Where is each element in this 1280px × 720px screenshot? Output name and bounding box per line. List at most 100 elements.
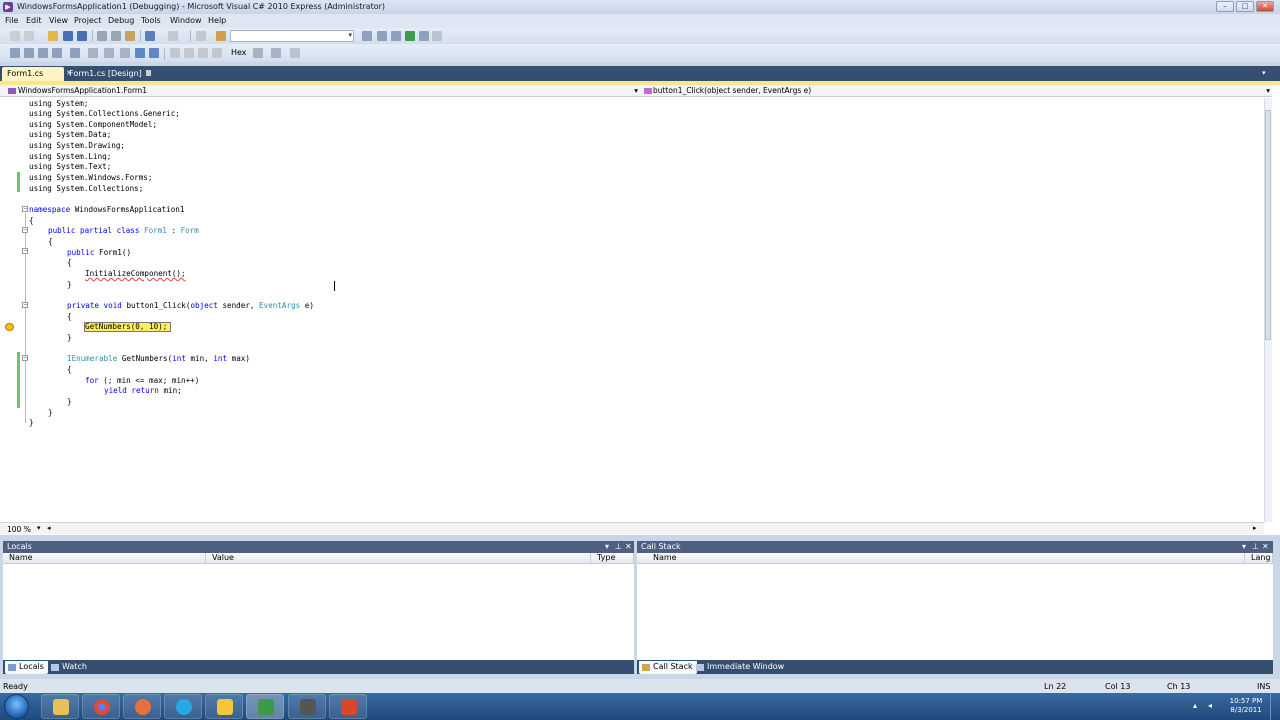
watch-icon bbox=[51, 664, 59, 671]
windows-icon[interactable] bbox=[271, 48, 281, 58]
paste-icon[interactable] bbox=[125, 31, 135, 41]
menu-view[interactable]: View bbox=[49, 16, 68, 25]
close-icon[interactable]: ✕ bbox=[1262, 541, 1269, 553]
step-out-icon[interactable] bbox=[184, 48, 194, 58]
properties-icon[interactable] bbox=[391, 31, 401, 41]
tab-list-icon[interactable]: ▾ bbox=[1262, 69, 1266, 77]
volume-icon[interactable]: ◂ bbox=[1208, 701, 1217, 710]
show-hidden-icons-icon[interactable]: ▴ bbox=[1193, 701, 1202, 710]
toolbar-options-icon[interactable] bbox=[432, 31, 442, 41]
find-combo[interactable]: ▾ bbox=[230, 30, 354, 42]
close-window-button[interactable]: ✕ bbox=[1256, 1, 1274, 12]
stop-debugging-icon[interactable] bbox=[149, 48, 159, 58]
skype-task-button[interactable] bbox=[164, 694, 202, 719]
solution-explorer-icon[interactable] bbox=[377, 31, 387, 41]
tab-immediate-window[interactable]: Immediate Window bbox=[693, 661, 788, 674]
close-icon[interactable]: ✕ bbox=[625, 541, 632, 553]
menu-tools[interactable]: Tools bbox=[141, 16, 161, 25]
toolbox-icon[interactable] bbox=[419, 31, 429, 41]
column-value[interactable]: Value bbox=[206, 553, 591, 564]
menu-bar: File Edit View Project Debug Tools Windo… bbox=[0, 14, 1280, 28]
column-name[interactable]: Name bbox=[647, 553, 1245, 564]
tab-locals[interactable]: Locals bbox=[5, 661, 48, 674]
collapse-icon[interactable]: − bbox=[22, 227, 28, 233]
code-line: InitializeComponent(); bbox=[85, 269, 186, 278]
breakpoints-icon[interactable] bbox=[253, 48, 263, 58]
keyword: for bbox=[85, 376, 99, 385]
open-file-icon[interactable] bbox=[48, 31, 58, 41]
member-dropdown[interactable]: button1_Click(object sender, EventArgs e… bbox=[640, 85, 1272, 97]
collapse-icon[interactable]: − bbox=[22, 248, 28, 254]
new-project-icon[interactable] bbox=[10, 31, 20, 41]
start-button[interactable] bbox=[4, 694, 29, 719]
undo-icon[interactable] bbox=[145, 31, 155, 41]
member-list-icon[interactable] bbox=[24, 48, 34, 58]
taskbar-clock[interactable]: 10:57 PM 8/3/2011 bbox=[1226, 697, 1266, 715]
save-icon[interactable] bbox=[63, 31, 73, 41]
outdent-icon[interactable] bbox=[88, 48, 98, 58]
tab-watch[interactable]: Watch bbox=[48, 661, 91, 674]
quick-info-icon[interactable] bbox=[52, 48, 62, 58]
bookmark-icon[interactable] bbox=[198, 48, 208, 58]
parameter-info-icon[interactable] bbox=[38, 48, 48, 58]
call-stack-grid[interactable]: Name Lang bbox=[637, 553, 1273, 660]
add-item-icon[interactable] bbox=[24, 31, 34, 41]
visual-csharp-task-button[interactable] bbox=[246, 694, 284, 719]
column-name[interactable]: Name bbox=[3, 553, 206, 564]
column-lang[interactable]: Lang bbox=[1245, 553, 1273, 564]
object-browser-icon[interactable] bbox=[405, 31, 415, 41]
horizontal-scrollbar[interactable]: 100 % ▾ ◂ ▸ bbox=[0, 522, 1264, 534]
redo-icon[interactable] bbox=[168, 31, 178, 41]
app-task-button[interactable] bbox=[123, 694, 161, 719]
window-options-icon[interactable]: ▾ bbox=[1242, 541, 1246, 553]
step-into-icon[interactable] bbox=[135, 48, 145, 58]
menu-debug[interactable]: Debug bbox=[108, 16, 134, 25]
scroll-right-icon[interactable]: ▸ bbox=[1253, 524, 1257, 532]
tab-form1-cs[interactable]: Form1.cs ✕ bbox=[2, 67, 72, 81]
text-editor-icon[interactable] bbox=[10, 48, 20, 58]
copy-icon[interactable] bbox=[111, 31, 121, 41]
menu-file[interactable]: File bbox=[5, 16, 18, 25]
show-desktop-button[interactable] bbox=[1270, 693, 1280, 720]
indent-icon[interactable] bbox=[104, 48, 114, 58]
next-bookmark-icon[interactable] bbox=[212, 48, 222, 58]
pin-icon[interactable]: ⊥ bbox=[1252, 541, 1259, 553]
tab-call-stack[interactable]: Call Stack bbox=[639, 661, 697, 674]
explorer-task-button[interactable] bbox=[41, 694, 79, 719]
column-type[interactable]: Type bbox=[591, 553, 634, 564]
chrome-task-button[interactable] bbox=[82, 694, 120, 719]
start-debugging-icon[interactable] bbox=[196, 31, 206, 41]
toolbar-options-icon[interactable] bbox=[290, 48, 300, 58]
keyword: object bbox=[190, 301, 218, 310]
scrollbar-thumb[interactable] bbox=[1265, 110, 1271, 340]
maximize-button[interactable]: □ bbox=[1236, 1, 1254, 12]
comment-icon[interactable] bbox=[120, 48, 130, 58]
scroll-left-icon[interactable]: ◂ bbox=[47, 524, 51, 532]
menu-project[interactable]: Project bbox=[74, 16, 101, 25]
pin-icon[interactable]: ⊥ bbox=[615, 541, 622, 553]
find-icon[interactable] bbox=[362, 31, 372, 41]
minimize-button[interactable]: – bbox=[1216, 1, 1234, 12]
find-in-files-icon[interactable] bbox=[216, 31, 226, 41]
locals-grid[interactable]: Name Value Type bbox=[3, 553, 634, 660]
complete-word-icon[interactable] bbox=[70, 48, 80, 58]
tool-task-button[interactable] bbox=[288, 694, 326, 719]
messenger-icon bbox=[217, 699, 233, 715]
tab-form1-design[interactable]: Form1.cs [Design] bbox=[64, 67, 152, 81]
cut-icon[interactable] bbox=[97, 31, 107, 41]
menu-edit[interactable]: Edit bbox=[26, 16, 42, 25]
messenger-task-button[interactable] bbox=[205, 694, 243, 719]
window-options-icon[interactable]: ▾ bbox=[605, 541, 609, 553]
class-dropdown[interactable]: WindowsFormsApplication1.Form1 ▾ bbox=[0, 85, 640, 97]
office-task-button[interactable] bbox=[329, 694, 367, 719]
zoom-level[interactable]: 100 % bbox=[7, 525, 31, 534]
collapse-icon[interactable]: − bbox=[22, 355, 28, 361]
collapse-icon[interactable]: − bbox=[22, 302, 28, 308]
chevron-down-icon[interactable]: ▾ bbox=[37, 524, 41, 532]
collapse-icon[interactable]: − bbox=[22, 206, 28, 212]
menu-help[interactable]: Help bbox=[208, 16, 226, 25]
save-all-icon[interactable] bbox=[77, 31, 87, 41]
hex-toggle[interactable]: Hex bbox=[231, 48, 247, 57]
menu-window[interactable]: Window bbox=[170, 16, 202, 25]
step-over-icon[interactable] bbox=[170, 48, 180, 58]
